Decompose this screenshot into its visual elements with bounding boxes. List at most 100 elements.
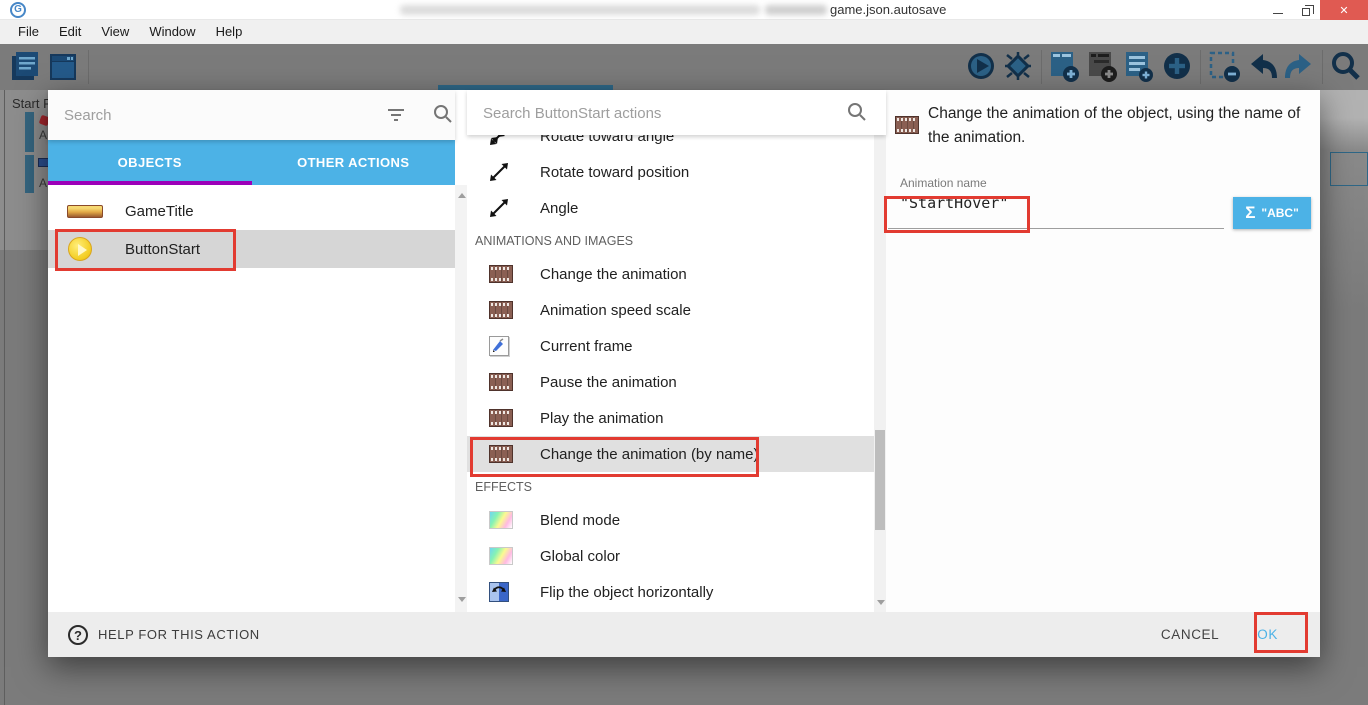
add-external-events-icon[interactable] [1087,50,1119,89]
objects-search-input[interactable] [64,103,364,127]
menu-edit[interactable]: Edit [49,20,91,44]
gdevelop-logo-icon: G [10,2,26,18]
action-row[interactable]: Rotate toward position [467,154,874,190]
object-label: ButtonStart [125,241,200,258]
preview-play-icon[interactable] [966,50,996,87]
dimmed-field-outline [1330,152,1368,186]
actions-section-header: ANIMATIONS AND IMAGES [467,226,874,256]
scroll-down-icon[interactable] [877,600,885,605]
objects-list: GameTitle ButtonStart [48,192,455,268]
restore-icon [1302,8,1310,16]
close-button[interactable]: ✕ [1320,0,1368,20]
action-row[interactable]: Current frame [467,328,874,364]
action-description: Change the animation of the object, usin… [928,102,1320,150]
redacted-title-path [765,5,827,15]
sigma-icon: Σ [1245,203,1255,223]
window-title: game.json.autosave [830,2,946,17]
scene-window-icon[interactable] [48,50,78,89]
actions-search-bar [467,90,886,135]
menu-file[interactable]: File [8,20,49,44]
object-row-gametitle[interactable]: GameTitle [48,192,455,230]
menu-view[interactable]: View [91,20,139,44]
minimize-button[interactable] [1264,0,1292,20]
field-underline [888,228,1224,229]
actions-section-header: EFFECTS [467,472,874,502]
undo-icon[interactable] [1247,50,1279,89]
restore-button[interactable] [1292,0,1320,20]
footer-actions: CANCEL OK [1161,627,1278,642]
toolbar-separator [88,50,89,84]
search-icon[interactable] [1330,50,1362,89]
search-icon[interactable] [433,104,453,124]
toolbar-separator [1041,50,1042,84]
play-button-sprite-icon [68,237,92,261]
remove-instance-icon[interactable] [1208,50,1242,89]
expression-editor-button[interactable]: Σ "ABC" [1233,197,1311,229]
flip-horizontal-icon [489,582,509,602]
close-icon: ✕ [1339,4,1348,17]
action-row[interactable]: Play the animation [467,400,874,436]
scrollbar-thumb[interactable] [875,430,885,530]
action-row[interactable]: Rotate toward angle [467,135,874,154]
film-strip-icon [489,301,513,319]
rotate-arrows-icon [489,135,509,146]
events-tab-label: Start P [12,96,48,111]
actions-panel: Rotate toward angle Rotate toward positi… [467,90,886,612]
add-icon[interactable] [1161,50,1193,87]
action-row[interactable]: Angle [467,190,874,226]
action-editor-dialog: OBJECTS OTHER ACTIONS GameTitle ButtonSt… [48,90,1320,657]
action-row[interactable]: Pause the animation [467,364,874,400]
action-row[interactable]: Change the animation [467,256,874,292]
add-object-icon[interactable] [1049,50,1081,89]
action-row[interactable]: Blend mode [467,502,874,538]
redo-icon[interactable] [1283,50,1315,89]
events-editor-background [0,90,48,250]
toolbar-separator [1200,50,1201,84]
tab-other-actions[interactable]: OTHER ACTIONS [252,140,456,185]
object-label: GameTitle [125,203,194,220]
object-row-buttonstart[interactable]: ButtonStart [48,230,455,268]
actions-search-input[interactable] [483,101,813,125]
film-strip-icon [895,116,919,134]
ok-button[interactable]: OK [1257,627,1278,642]
action-row[interactable]: Flip the object horizontally [467,574,874,610]
scroll-up-icon[interactable] [458,193,466,198]
dialog-footer: ? HELP FOR THIS ACTION CANCEL OK [48,612,1320,657]
redacted-title-path [400,5,760,15]
film-strip-icon [489,373,513,391]
toolbar [0,44,1368,90]
animation-name-field[interactable] [900,194,1225,212]
objects-search-bar [48,90,455,140]
objects-scrollbar[interactable] [455,185,467,612]
active-tab-underline [48,181,252,185]
event-letter: A [39,128,47,142]
event-letter: A [39,176,47,190]
project-manager-icon[interactable] [10,50,40,89]
help-button[interactable]: ? HELP FOR THIS ACTION [68,625,260,645]
search-icon[interactable] [847,102,867,122]
rotate-arrows-icon [489,198,509,218]
add-events-icon[interactable] [1124,50,1156,89]
minimize-icon [1273,13,1283,14]
rainbow-blend-icon [489,547,513,565]
actions-list: Rotate toward angle Rotate toward positi… [467,135,874,612]
objects-tabs: OBJECTS OTHER ACTIONS [48,140,455,185]
film-strip-icon [489,265,513,283]
debug-bug-icon[interactable] [1003,50,1033,87]
cancel-button[interactable]: CANCEL [1161,627,1219,642]
rotate-arrows-icon [489,162,509,182]
help-question-icon: ? [68,625,88,645]
panel-edge [4,90,5,705]
filter-icon[interactable] [386,105,406,125]
film-strip-icon [489,445,513,463]
menu-window[interactable]: Window [139,20,205,44]
action-row-selected[interactable]: Change the animation (by name) [467,436,874,472]
menu-help[interactable]: Help [206,20,253,44]
scroll-down-icon[interactable] [458,597,466,602]
actions-scrollbar[interactable] [874,126,886,612]
action-row[interactable]: Animation speed scale [467,292,874,328]
title-bar: G game.json.autosave ✕ [0,0,1368,20]
action-row[interactable]: Global color [467,538,874,574]
menu-bar: File Edit View Window Help [0,20,1368,44]
tab-objects[interactable]: OBJECTS [48,140,252,185]
